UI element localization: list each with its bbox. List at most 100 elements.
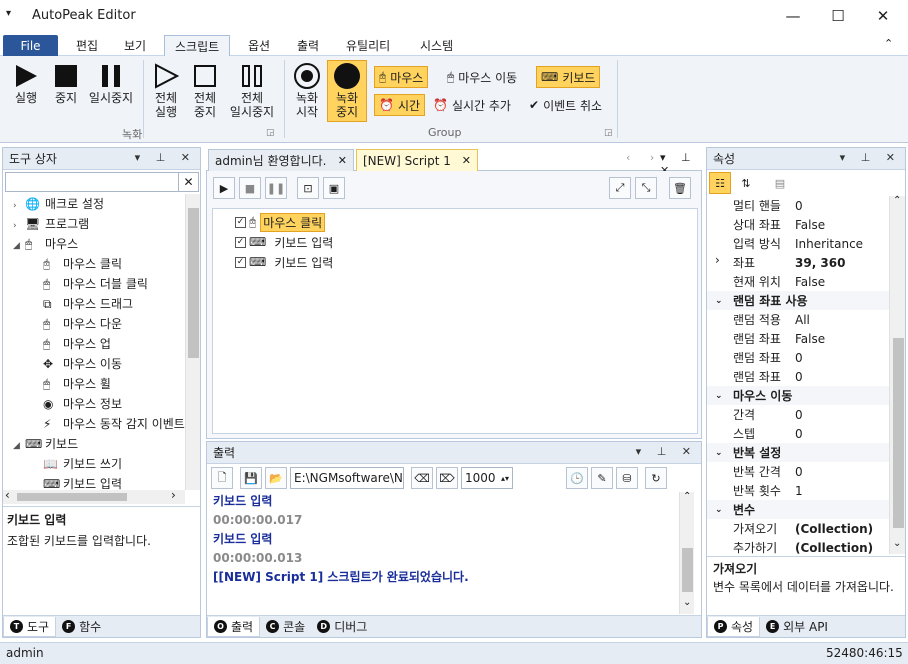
property-row[interactable]: 멀티 핸들 0 bbox=[707, 196, 889, 215]
system-menu-icon[interactable]: ▾ bbox=[6, 8, 11, 19]
toolbox-horizontal-scrollbar[interactable]: ‹ › bbox=[3, 488, 185, 504]
property-row[interactable]: 추가하기 (Collection) bbox=[707, 538, 889, 555]
property-value[interactable]: (Collection) bbox=[791, 541, 873, 555]
record-stop-button[interactable]: 녹화 중지 bbox=[327, 60, 367, 122]
dialog-launcher-icon[interactable]: ◲ bbox=[266, 128, 275, 138]
log-path-input[interactable]: E:\NGMsoftware\NG bbox=[290, 467, 404, 489]
expand-arrow-icon[interactable]: › bbox=[13, 216, 25, 236]
property-value[interactable]: All bbox=[791, 313, 810, 327]
tab-debug[interactable]: D 디버그 bbox=[311, 617, 373, 637]
tab-scroll-arrows[interactable]: ‹ › bbox=[626, 151, 662, 164]
property-value[interactable]: 39, 360 bbox=[791, 256, 845, 270]
property-row[interactable]: 간격 0 bbox=[707, 405, 889, 424]
property-row[interactable]: 상대 좌표 False bbox=[707, 215, 889, 234]
output-scrollbar[interactable]: ⌃ ⌄ bbox=[679, 491, 694, 614]
property-value[interactable]: Inheritance bbox=[791, 237, 863, 251]
property-row[interactable]: 현재 위치 False bbox=[707, 272, 889, 291]
save-log-button[interactable]: 💾 bbox=[240, 467, 262, 489]
event-cancel-button[interactable]: ✔ 이벤트 취소 bbox=[524, 94, 607, 116]
panel-header-buttons[interactable]: ▾ ⊥ ✕ bbox=[135, 151, 196, 164]
collapse-all-button[interactable]: ⤡ bbox=[635, 177, 657, 199]
record-start-button[interactable]: 녹화 시작 bbox=[287, 60, 327, 122]
collapse-ribbon-icon[interactable]: ⌃ bbox=[884, 37, 893, 50]
property-row[interactable]: 스텝 0 bbox=[707, 424, 889, 443]
property-row[interactable]: 입력 방식 Inheritance bbox=[707, 234, 889, 253]
tree-item[interactable]: 🖱 마우스 업 bbox=[3, 334, 185, 354]
new-log-button[interactable]: 🗋 bbox=[211, 467, 233, 489]
property-row[interactable]: 반복 간격 0 bbox=[707, 462, 889, 481]
script-item[interactable]: ✓ 🖰 마우스 클릭 bbox=[235, 212, 326, 232]
property-value[interactable]: False bbox=[791, 275, 825, 289]
scrollbar-thumb[interactable] bbox=[17, 493, 127, 501]
record-keyboard-toggle[interactable]: ⌨ 키보드 bbox=[536, 66, 601, 88]
tab-utility[interactable]: 유틸리티 bbox=[336, 35, 400, 56]
expand-arrow-icon[interactable]: › bbox=[715, 253, 720, 267]
tab-output[interactable]: O 출력 bbox=[207, 616, 261, 637]
step-run-button[interactable]: ⊡ bbox=[297, 177, 319, 199]
close-tab-icon[interactable]: ✕ bbox=[462, 154, 471, 167]
tab-functions[interactable]: F 함수 bbox=[56, 617, 107, 637]
expand-arrow-icon[interactable]: › bbox=[13, 196, 25, 216]
tab-script[interactable]: 스크립트 bbox=[164, 35, 231, 57]
collapse-arrow-icon[interactable]: ◢ bbox=[13, 236, 25, 256]
line-limit-stepper[interactable]: 1000 ▴▾ bbox=[461, 467, 513, 489]
property-value[interactable]: 0 bbox=[791, 427, 803, 441]
property-row[interactable]: 랜덤 좌표 0 bbox=[707, 348, 889, 367]
collapse-arrow-icon[interactable]: ⌄ bbox=[715, 296, 733, 306]
scroll-up-icon[interactable]: ⌃ bbox=[893, 195, 901, 206]
tree-item[interactable]: › 🌐 매크로 설정 bbox=[3, 194, 185, 214]
collapse-arrow-icon[interactable]: ◢ bbox=[13, 436, 25, 456]
tree-item[interactable]: ◉ 마우스 정보 bbox=[3, 394, 185, 414]
refresh-button[interactable]: ↻ bbox=[645, 467, 667, 489]
properties-scrollbar[interactable]: ⌃ ⌄ bbox=[889, 195, 905, 554]
minimize-button[interactable]: — bbox=[770, 0, 816, 32]
open-folder-button[interactable]: 📂 bbox=[265, 467, 287, 489]
pause-button[interactable]: 일시중지 bbox=[86, 60, 136, 122]
script-run-button[interactable]: ▶ bbox=[213, 177, 235, 199]
delete-button[interactable]: 🗑 bbox=[669, 177, 691, 199]
property-category[interactable]: ⌄ 반복 설정 bbox=[707, 443, 889, 462]
tab-welcome[interactable]: admin님 환영합니다. ✕ bbox=[208, 149, 354, 171]
collapse-arrow-icon[interactable]: ⌄ bbox=[715, 448, 733, 458]
scroll-left-icon[interactable]: ‹ bbox=[5, 488, 10, 502]
script-stop-button[interactable]: ■ bbox=[239, 177, 261, 199]
checkbox-checked-icon[interactable]: ✓ bbox=[235, 236, 246, 248]
property-row[interactable]: 반복 횟수 1 bbox=[707, 481, 889, 500]
scroll-down-icon[interactable]: ⌄ bbox=[683, 597, 691, 608]
tab-output[interactable]: 출력 bbox=[287, 35, 329, 56]
tree-item[interactable]: ◢ ⌨ 키보드 bbox=[3, 434, 185, 454]
tree-item[interactable]: ⚡ 마우스 동작 감지 이벤트 bbox=[3, 414, 185, 434]
tree-item[interactable]: › 🖥 프로그램 bbox=[3, 214, 185, 234]
eraser-button[interactable]: ⌦ bbox=[436, 467, 458, 489]
property-value[interactable]: False bbox=[791, 218, 825, 232]
timestamp-button[interactable]: 🕒 bbox=[566, 467, 588, 489]
expand-all-button[interactable]: ⤢ bbox=[609, 177, 631, 199]
panel-header-buttons[interactable]: ▾ ⊥ ✕ bbox=[636, 445, 697, 458]
property-value[interactable]: (Collection) bbox=[791, 522, 873, 536]
toolbox-search-input[interactable]: ✕ bbox=[5, 172, 199, 192]
record-mouse-toggle[interactable]: 🖰 마우스 bbox=[374, 66, 429, 88]
scroll-down-icon[interactable]: ⌄ bbox=[893, 538, 901, 549]
panel-header-buttons[interactable]: ▾ ⊥ ✕ bbox=[840, 151, 901, 164]
property-value[interactable]: False bbox=[791, 332, 825, 346]
property-value[interactable]: 0 bbox=[791, 199, 803, 213]
tab-file[interactable]: File bbox=[3, 35, 58, 56]
run-all-button[interactable]: 전체 실행 bbox=[146, 60, 186, 122]
tab-edit[interactable]: 편집 bbox=[66, 35, 108, 56]
stepper-arrows-icon[interactable]: ▴▾ bbox=[501, 474, 509, 483]
maximize-button[interactable]: ☐ bbox=[815, 0, 861, 32]
tree-item[interactable]: 🖰 마우스 클릭 bbox=[3, 254, 185, 274]
stop-button[interactable]: 중지 bbox=[46, 60, 86, 122]
tree-item[interactable]: 🖱 마우스 더블 클릭 bbox=[3, 274, 185, 294]
clean-brush-button[interactable]: ⌫ bbox=[411, 467, 433, 489]
property-category[interactable]: ⌄ 변수 bbox=[707, 500, 889, 519]
alphabetical-sort-button[interactable]: ⇅ bbox=[735, 172, 757, 194]
script-pause-button[interactable]: ❚❚ bbox=[265, 177, 287, 199]
tab-properties[interactable]: P 속성 bbox=[707, 616, 761, 637]
checkbox-checked-icon[interactable]: ✓ bbox=[235, 216, 246, 228]
property-pages-button[interactable]: ▤ bbox=[769, 172, 791, 194]
tab-options[interactable]: 옵션 bbox=[238, 35, 280, 56]
tree-item[interactable]: ⧉ 마우스 드래그 bbox=[3, 294, 185, 314]
property-row[interactable]: 랜덤 좌표 0 bbox=[707, 367, 889, 386]
dialog-launcher-icon[interactable]: ◲ bbox=[604, 128, 613, 138]
